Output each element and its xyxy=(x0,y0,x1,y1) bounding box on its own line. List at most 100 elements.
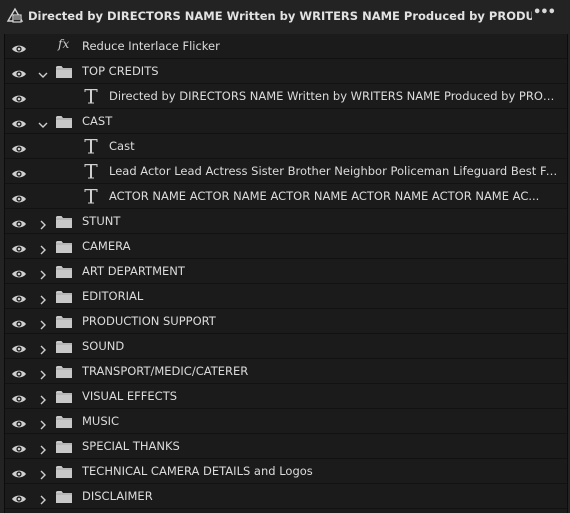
folder-icon xyxy=(56,341,72,353)
layer-row[interactable]: DISCLAIMER xyxy=(5,484,567,509)
graphic-layer-icon xyxy=(6,7,24,23)
layer-row[interactable]: TECHNICAL CAMERA DETAILS and Logos xyxy=(5,459,567,484)
visibility-toggle[interactable] xyxy=(11,190,27,203)
eye-icon xyxy=(12,195,26,203)
visibility-toggle[interactable] xyxy=(11,415,27,428)
expand-toggle[interactable] xyxy=(37,341,49,355)
chevron-right-icon xyxy=(40,420,46,430)
folder-icon xyxy=(56,66,72,78)
text-layer-icon xyxy=(84,189,98,204)
eye-icon xyxy=(12,320,26,328)
eye-icon xyxy=(12,245,26,253)
folder-icon xyxy=(56,316,72,328)
visibility-toggle[interactable] xyxy=(11,90,27,103)
visibility-toggle[interactable] xyxy=(11,440,27,453)
eye-icon xyxy=(12,445,26,453)
expand-toggle[interactable] xyxy=(37,316,49,330)
visibility-toggle[interactable] xyxy=(11,365,27,378)
eye-icon xyxy=(12,120,26,128)
layer-row[interactable]: Lead Actor Lead Actress Sister Brother N… xyxy=(5,159,567,184)
visibility-toggle[interactable] xyxy=(11,340,27,353)
layer-label: Reduce Interlace Flicker xyxy=(82,39,220,53)
effect-icon: fx xyxy=(58,37,70,51)
visibility-toggle[interactable] xyxy=(11,40,27,53)
layer-label: Directed by DIRECTORS NAME Written by WR… xyxy=(109,89,561,103)
layer-row[interactable]: CAMERA xyxy=(5,234,567,259)
layer-row[interactable]: TRANSPORT/MEDIC/CATERER xyxy=(5,359,567,384)
folder-icon xyxy=(56,416,72,428)
eye-icon xyxy=(12,70,26,78)
expand-toggle[interactable] xyxy=(37,441,49,455)
folder-icon xyxy=(56,491,72,503)
layer-row[interactable]: MUSIC xyxy=(5,409,567,434)
essential-graphics-panel: Directed by DIRECTORS NAME Written by WR… xyxy=(0,0,570,513)
chevron-right-icon xyxy=(40,270,46,280)
folder-icon xyxy=(56,241,72,253)
visibility-toggle[interactable] xyxy=(11,140,27,153)
more-options-button[interactable]: ••• xyxy=(533,5,556,20)
layer-row[interactable]: Directed by DIRECTORS NAME Written by WR… xyxy=(5,84,567,109)
chevron-right-icon xyxy=(40,245,46,255)
visibility-toggle[interactable] xyxy=(11,465,27,478)
layer-label: SPECIAL THANKS xyxy=(82,439,180,453)
layer-row[interactable]: PRODUCTION SUPPORT xyxy=(5,309,567,334)
eye-icon xyxy=(12,295,26,303)
visibility-toggle[interactable] xyxy=(11,240,27,253)
visibility-toggle[interactable] xyxy=(11,390,27,403)
eye-icon xyxy=(12,495,26,503)
visibility-toggle[interactable] xyxy=(11,290,27,303)
eye-icon xyxy=(12,470,26,478)
eye-icon xyxy=(12,45,26,53)
chevron-right-icon xyxy=(40,495,46,505)
layer-label: ART DEPARTMENT xyxy=(82,264,185,278)
visibility-toggle[interactable] xyxy=(11,215,27,228)
layer-row[interactable]: VISUAL EFFECTS xyxy=(5,384,567,409)
layer-label: ACTOR NAME ACTOR NAME ACTOR NAME ACTOR N… xyxy=(109,189,540,203)
expand-toggle[interactable] xyxy=(37,216,49,230)
visibility-toggle[interactable] xyxy=(11,115,27,128)
visibility-toggle[interactable] xyxy=(11,315,27,328)
visibility-toggle[interactable] xyxy=(11,265,27,278)
expand-toggle[interactable] xyxy=(37,266,49,280)
layer-row[interactable]: fx Reduce Interlace Flicker xyxy=(5,34,567,59)
collapse-toggle[interactable] xyxy=(37,66,49,78)
layer-row[interactable]: CAST xyxy=(5,109,567,134)
panel-header: Directed by DIRECTORS NAME Written by WR… xyxy=(0,0,570,33)
layer-label: PRODUCTION SUPPORT xyxy=(82,314,216,328)
visibility-toggle[interactable] xyxy=(11,165,27,178)
folder-icon xyxy=(56,291,72,303)
expand-toggle[interactable] xyxy=(37,391,49,405)
layer-row[interactable]: TOP CREDITS xyxy=(5,59,567,84)
collapse-toggle[interactable] xyxy=(37,116,49,128)
folder-icon xyxy=(56,466,72,478)
layer-label: VISUAL EFFECTS xyxy=(82,389,178,403)
layer-label: CAMERA xyxy=(82,239,131,253)
expand-toggle[interactable] xyxy=(37,366,49,380)
chevron-right-icon xyxy=(40,370,46,380)
visibility-toggle[interactable] xyxy=(11,65,27,78)
eye-icon xyxy=(12,420,26,428)
layer-row[interactable]: ART DEPARTMENT xyxy=(5,259,567,284)
eye-icon xyxy=(12,370,26,378)
chevron-right-icon xyxy=(40,320,46,330)
layer-row[interactable]: Cast xyxy=(5,134,567,159)
layer-label: TOP CREDITS xyxy=(82,64,159,78)
expand-toggle[interactable] xyxy=(37,291,49,305)
expand-toggle[interactable] xyxy=(37,491,49,505)
chevron-down-icon xyxy=(38,122,48,128)
layer-row[interactable]: SOUND xyxy=(5,334,567,359)
layer-label: TECHNICAL CAMERA DETAILS and Logos xyxy=(82,464,313,478)
expand-toggle[interactable] xyxy=(37,241,49,255)
expand-toggle[interactable] xyxy=(37,466,49,480)
visibility-toggle[interactable] xyxy=(11,490,27,503)
graphic-title: Directed by DIRECTORS NAME Written by WR… xyxy=(28,9,532,23)
expand-toggle[interactable] xyxy=(37,416,49,430)
eye-icon xyxy=(12,345,26,353)
eye-icon xyxy=(12,395,26,403)
layer-row[interactable]: STUNT xyxy=(5,209,567,234)
layer-row[interactable]: ACTOR NAME ACTOR NAME ACTOR NAME ACTOR N… xyxy=(5,184,567,209)
layer-label: TRANSPORT/MEDIC/CATERER xyxy=(82,364,249,378)
eye-icon xyxy=(12,145,26,153)
layer-row[interactable]: EDITORIAL xyxy=(5,284,567,309)
layer-row[interactable]: SPECIAL THANKS xyxy=(5,434,567,459)
